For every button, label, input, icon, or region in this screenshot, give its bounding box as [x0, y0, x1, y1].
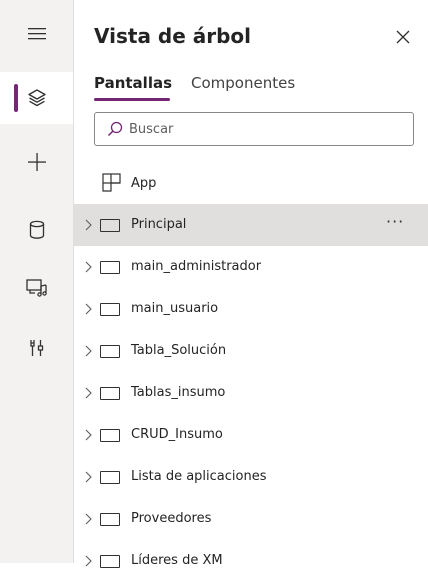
chevron-right-icon[interactable]	[84, 261, 92, 273]
screen-row[interactable]: Lista de aplicaciones	[74, 456, 428, 498]
screen-icon	[100, 219, 120, 232]
chevron-right-icon[interactable]	[84, 555, 92, 567]
active-tab-indicator	[94, 98, 170, 101]
screen-list: Principal ··· main_administrador main_us…	[74, 204, 428, 582]
chevron-right-icon[interactable]	[84, 303, 92, 315]
screen-icon	[100, 387, 120, 400]
app-tree-icon	[102, 173, 121, 192]
chevron-right-icon[interactable]	[84, 345, 92, 357]
media-icon	[25, 279, 47, 297]
screen-row[interactable]: Tabla_Solución	[74, 330, 428, 372]
media-button[interactable]	[0, 262, 73, 314]
screen-icon	[100, 345, 120, 358]
screen-row[interactable]: CRUD_Insumo	[74, 414, 428, 456]
chevron-right-icon[interactable]	[84, 387, 92, 399]
screen-row[interactable]: main_administrador	[74, 246, 428, 288]
chevron-right-icon[interactable]	[84, 429, 92, 441]
plus-icon	[27, 153, 46, 171]
screen-label: Líderes de XM	[131, 553, 223, 568]
screen-label: main_usuario	[131, 301, 219, 316]
more-options-button[interactable]: ···	[386, 212, 404, 231]
data-button[interactable]	[0, 204, 73, 256]
layers-icon	[27, 89, 46, 107]
search-icon	[107, 121, 123, 137]
screen-row[interactable]: Líderes de XM	[74, 540, 428, 582]
screen-icon	[100, 429, 120, 442]
app-node[interactable]: App	[74, 166, 428, 200]
search-placeholder: Buscar	[129, 121, 174, 137]
screen-icon	[100, 303, 120, 316]
advanced-tools-button[interactable]	[0, 322, 73, 374]
screen-label: main_administrador	[131, 259, 262, 274]
panel-title: Vista de árbol	[94, 24, 252, 48]
screen-label: Tablas_insumo	[131, 385, 226, 400]
screen-icon	[100, 555, 120, 568]
menu-button[interactable]	[0, 8, 73, 60]
tree-view-button[interactable]	[0, 72, 73, 124]
close-button[interactable]	[392, 26, 414, 48]
tree-view-panel: Vista de árbol Pantallas Componentes Bus…	[74, 0, 428, 568]
screen-row[interactable]: main_usuario	[74, 288, 428, 330]
chevron-right-icon[interactable]	[84, 219, 92, 231]
tab-pantallas[interactable]: Pantallas	[94, 74, 172, 92]
screen-row[interactable]: Tablas_insumo	[74, 372, 428, 414]
tab-componentes[interactable]: Componentes	[191, 74, 295, 92]
screen-icon	[100, 471, 120, 484]
left-rail	[0, 0, 74, 563]
screen-label: Lista de aplicaciones	[131, 469, 267, 484]
screen-label: CRUD_Insumo	[131, 427, 223, 442]
screen-icon	[100, 513, 120, 526]
chevron-right-icon[interactable]	[84, 471, 92, 483]
hamburger-menu-icon	[27, 28, 46, 40]
database-icon	[29, 220, 44, 239]
screen-row[interactable]: Proveedores	[74, 498, 428, 540]
insert-button[interactable]	[0, 136, 73, 188]
search-input[interactable]: Buscar	[94, 112, 414, 146]
screen-row[interactable]: Principal ···	[74, 204, 428, 246]
tools-icon	[29, 340, 43, 356]
screen-label: Proveedores	[131, 511, 212, 526]
screen-icon	[100, 261, 120, 274]
screen-label: Principal	[131, 217, 187, 232]
screen-label: Tabla_Solución	[131, 343, 227, 358]
close-icon	[396, 30, 410, 44]
app-label: App	[131, 176, 157, 191]
chevron-right-icon[interactable]	[84, 513, 92, 525]
